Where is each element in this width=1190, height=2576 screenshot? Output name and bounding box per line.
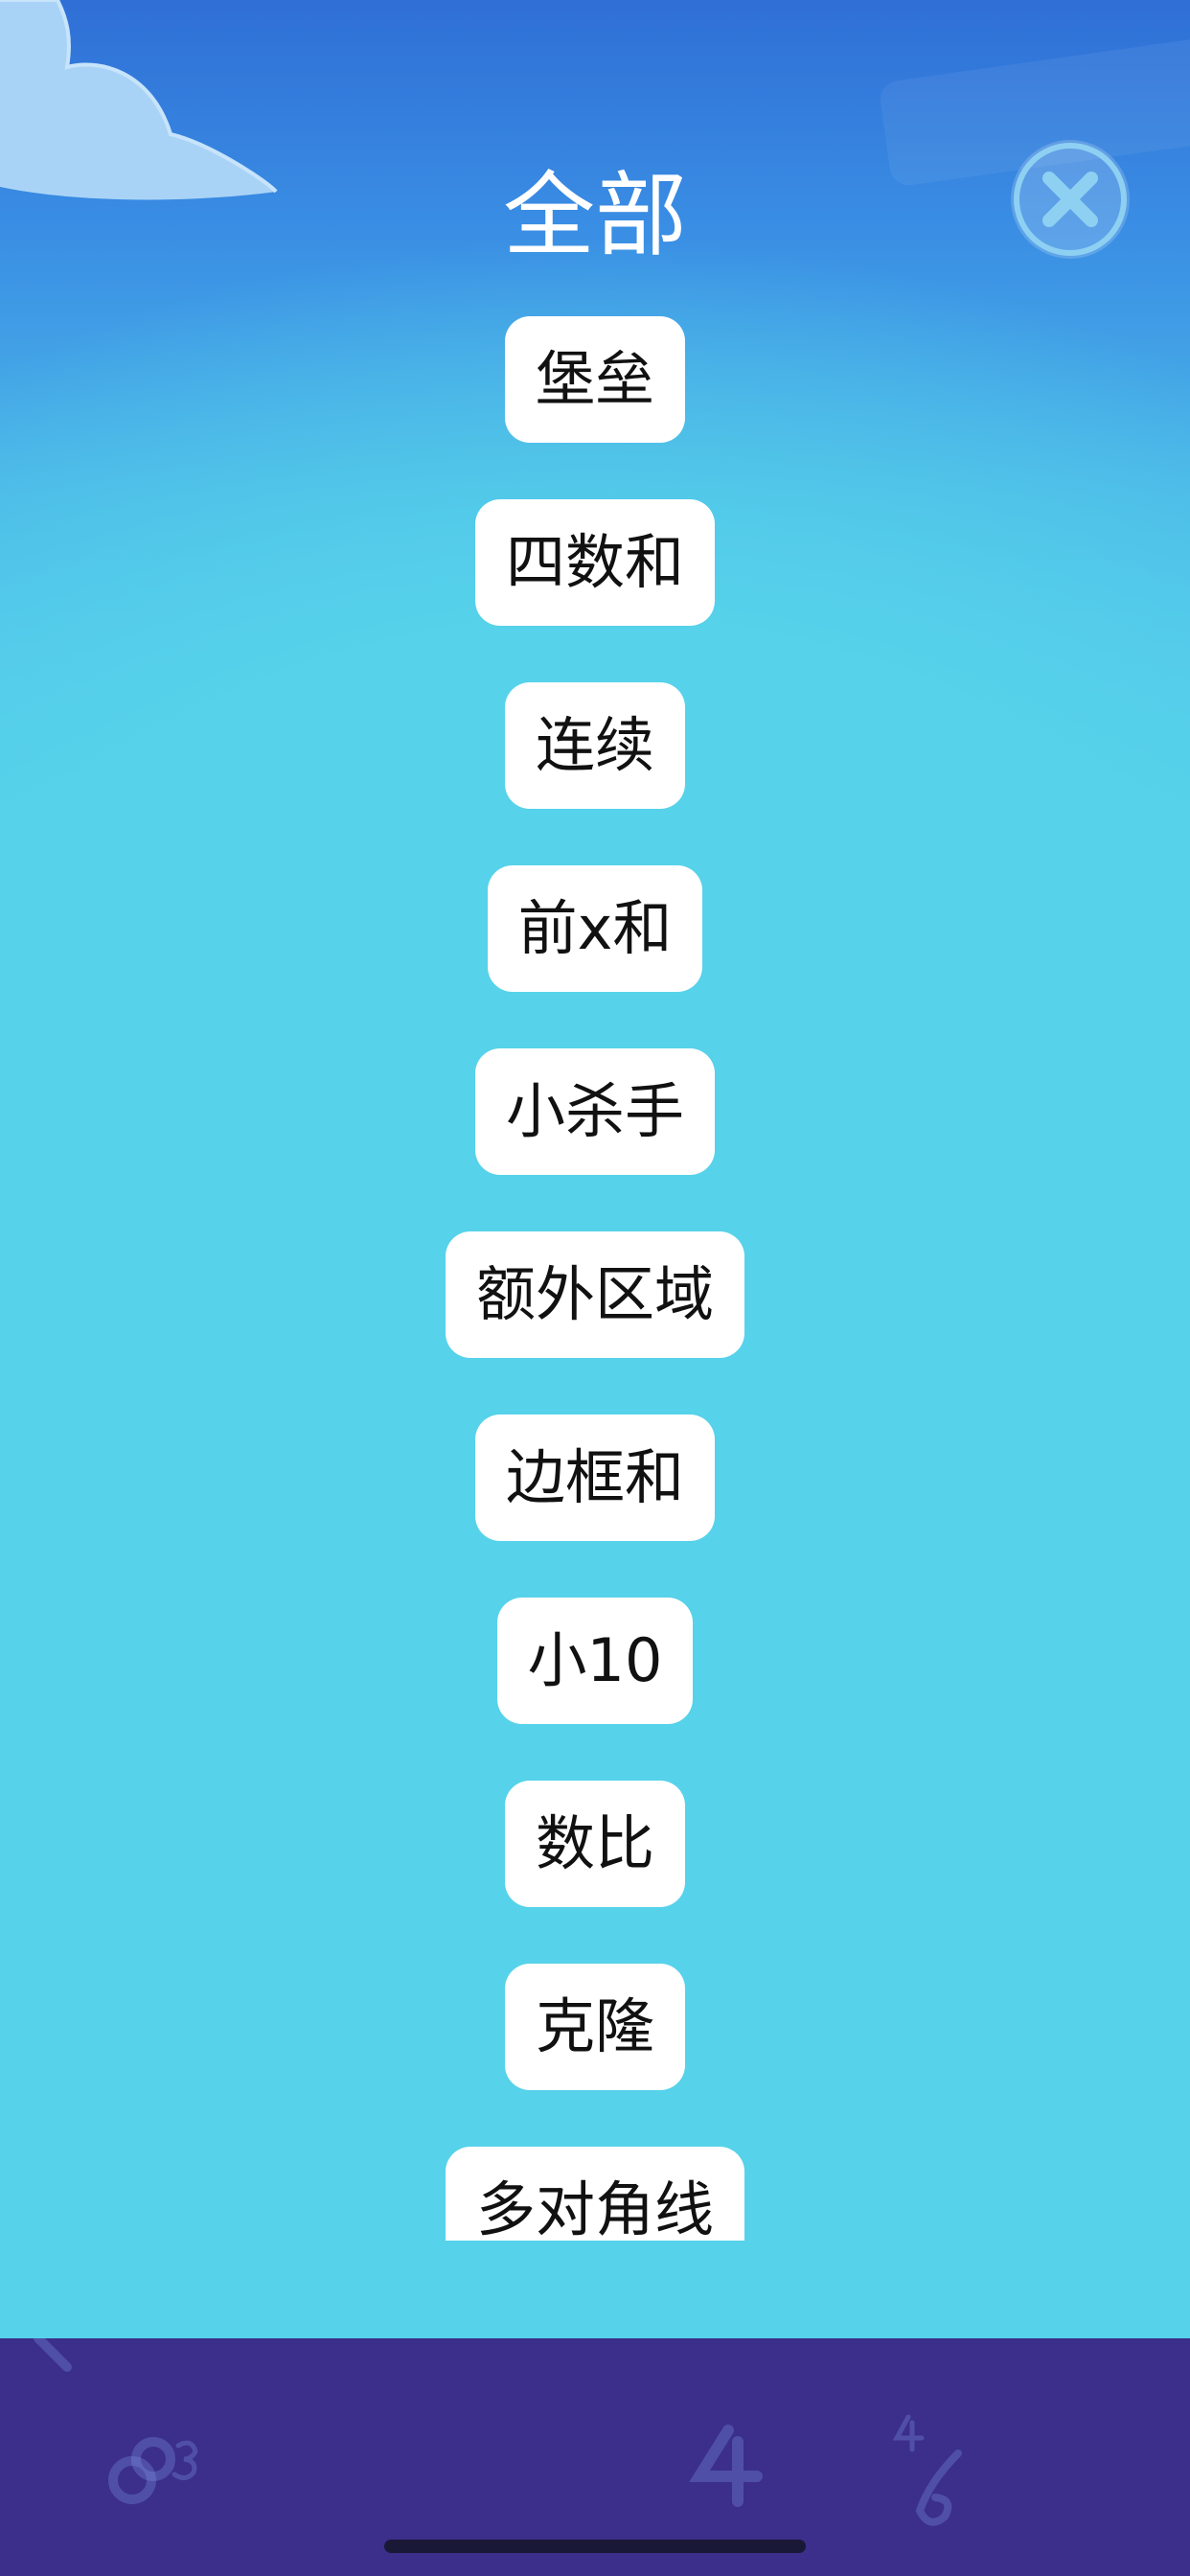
category-item-extra-regions[interactable]: 额外区域: [445, 1231, 744, 1358]
category-item-sandwich[interactable]: 边框和: [474, 1414, 715, 1541]
category-list[interactable]: 堡垒 四数和 连续 前x和 小杀手 额外区域 边框和 小10 数比 克隆 多对角…: [0, 307, 1190, 2241]
category-item-fortress[interactable]: 堡垒: [504, 316, 685, 443]
category-item-clone[interactable]: 克隆: [504, 1964, 685, 2090]
category-item-little-sum[interactable]: 前x和: [487, 865, 703, 992]
category-item-diagonals[interactable]: 多对角线: [445, 2147, 744, 2241]
category-item-xv[interactable]: 小10: [496, 1598, 694, 1724]
home-indicator[interactable]: [384, 2540, 806, 2553]
category-item-consecutive[interactable]: 连续: [504, 682, 685, 809]
category-item-quadruple[interactable]: 四数和: [474, 499, 715, 626]
close-button[interactable]: [1011, 140, 1130, 259]
category-item-little-killer[interactable]: 小杀手: [474, 1048, 715, 1175]
category-item-kropki[interactable]: 数比: [504, 1781, 685, 1907]
close-icon: [1014, 143, 1127, 256]
